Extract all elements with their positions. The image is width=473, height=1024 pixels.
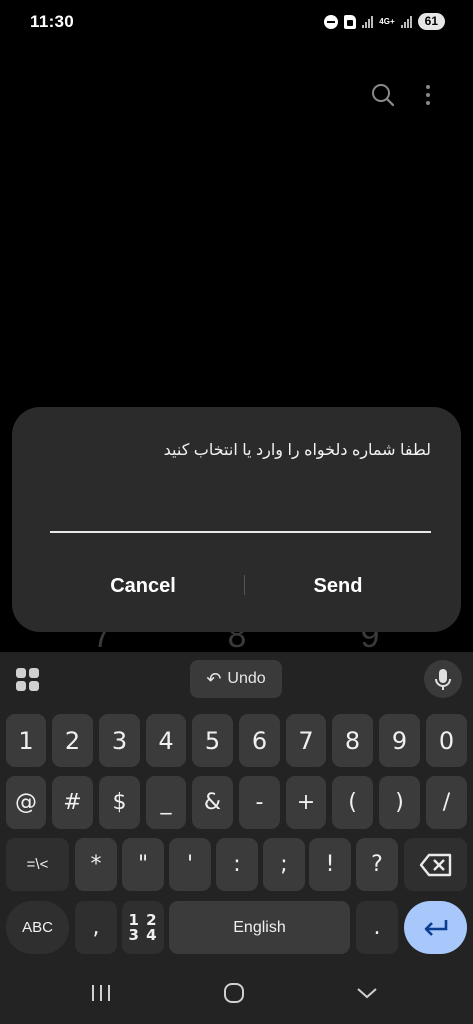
key-2[interactable]: 2: [52, 714, 93, 767]
key-single-quote[interactable]: ': [169, 838, 211, 891]
apps-grid-icon[interactable]: [14, 666, 42, 694]
key-5[interactable]: 5: [192, 714, 233, 767]
key-slash[interactable]: /: [426, 776, 467, 829]
key-asterisk[interactable]: *: [75, 838, 117, 891]
nav-bar: [0, 962, 473, 1024]
key-1[interactable]: 1: [6, 714, 46, 767]
more-vert-icon[interactable]: [414, 80, 444, 110]
undo-label: Undo: [227, 670, 266, 687]
battery-icon: 61: [417, 13, 445, 30]
key-plus[interactable]: +: [286, 776, 326, 829]
send-button[interactable]: Send: [238, 557, 438, 615]
space-key[interactable]: English: [169, 901, 350, 954]
key-hash[interactable]: #: [52, 776, 93, 829]
undo-icon: ↶: [206, 668, 222, 689]
undo-button[interactable]: ↶ Undo: [190, 660, 282, 698]
numpad-switch-key[interactable]: 1 2 3 4: [122, 901, 164, 954]
key-dollar[interactable]: $: [99, 776, 140, 829]
key-ampersand[interactable]: &: [192, 776, 233, 829]
dialog-title: لطفا شماره دلخواه را وارد یا انتخاب کنید: [163, 442, 431, 459]
key-4[interactable]: 4: [146, 714, 186, 767]
sim-icon: [344, 14, 357, 29]
dnd-icon: [324, 14, 339, 29]
key-double-quote[interactable]: ": [122, 838, 164, 891]
key-8[interactable]: 8: [332, 714, 373, 767]
key-comma[interactable]: ,: [75, 901, 117, 954]
key-close-paren[interactable]: ): [379, 776, 420, 829]
key-0[interactable]: 0: [426, 714, 467, 767]
recents-icon[interactable]: [79, 976, 123, 1010]
key-3[interactable]: 3: [99, 714, 140, 767]
search-icon[interactable]: [368, 80, 398, 110]
mic-icon[interactable]: [424, 660, 462, 698]
enter-icon[interactable]: [404, 901, 467, 954]
signal-icon: [362, 15, 374, 28]
signal-icon: [400, 15, 412, 28]
back-icon[interactable]: [345, 976, 389, 1010]
key-minus[interactable]: -: [239, 776, 280, 829]
key-7[interactable]: 7: [286, 714, 326, 767]
key-colon[interactable]: :: [216, 838, 258, 891]
key-question[interactable]: ?: [356, 838, 398, 891]
key-period[interactable]: .: [356, 901, 398, 954]
key-at[interactable]: @: [6, 776, 46, 829]
network-type: 4G+: [379, 16, 395, 26]
status-bar: 11:30 4G+ 61: [0, 0, 473, 48]
clock: 11:30: [30, 12, 75, 31]
home-icon[interactable]: [212, 976, 256, 1010]
numpad-label-bottom: 3 4: [128, 925, 158, 944]
abc-key[interactable]: ABC: [6, 901, 69, 954]
backspace-icon[interactable]: [404, 838, 467, 891]
symbols-switch-key[interactable]: =\<: [6, 838, 69, 891]
key-exclamation[interactable]: !: [309, 838, 351, 891]
number-input[interactable]: [50, 499, 431, 533]
key-6[interactable]: 6: [239, 714, 280, 767]
key-underscore[interactable]: _: [146, 776, 186, 829]
number-dialog: لطفا شماره دلخواه را وارد یا انتخاب کنید…: [12, 407, 461, 632]
key-9[interactable]: 9: [379, 714, 420, 767]
cancel-button[interactable]: Cancel: [43, 557, 243, 615]
keyboard: ↶ Undo 1 2 3 4 5 6 7 8 9 0 @ # $ _ & - +…: [0, 652, 473, 962]
keyboard-toolbar: ↶ Undo: [0, 652, 473, 707]
key-open-paren[interactable]: (: [332, 776, 373, 829]
status-icons: 4G+ 61: [324, 13, 445, 30]
key-semicolon[interactable]: ;: [263, 838, 305, 891]
